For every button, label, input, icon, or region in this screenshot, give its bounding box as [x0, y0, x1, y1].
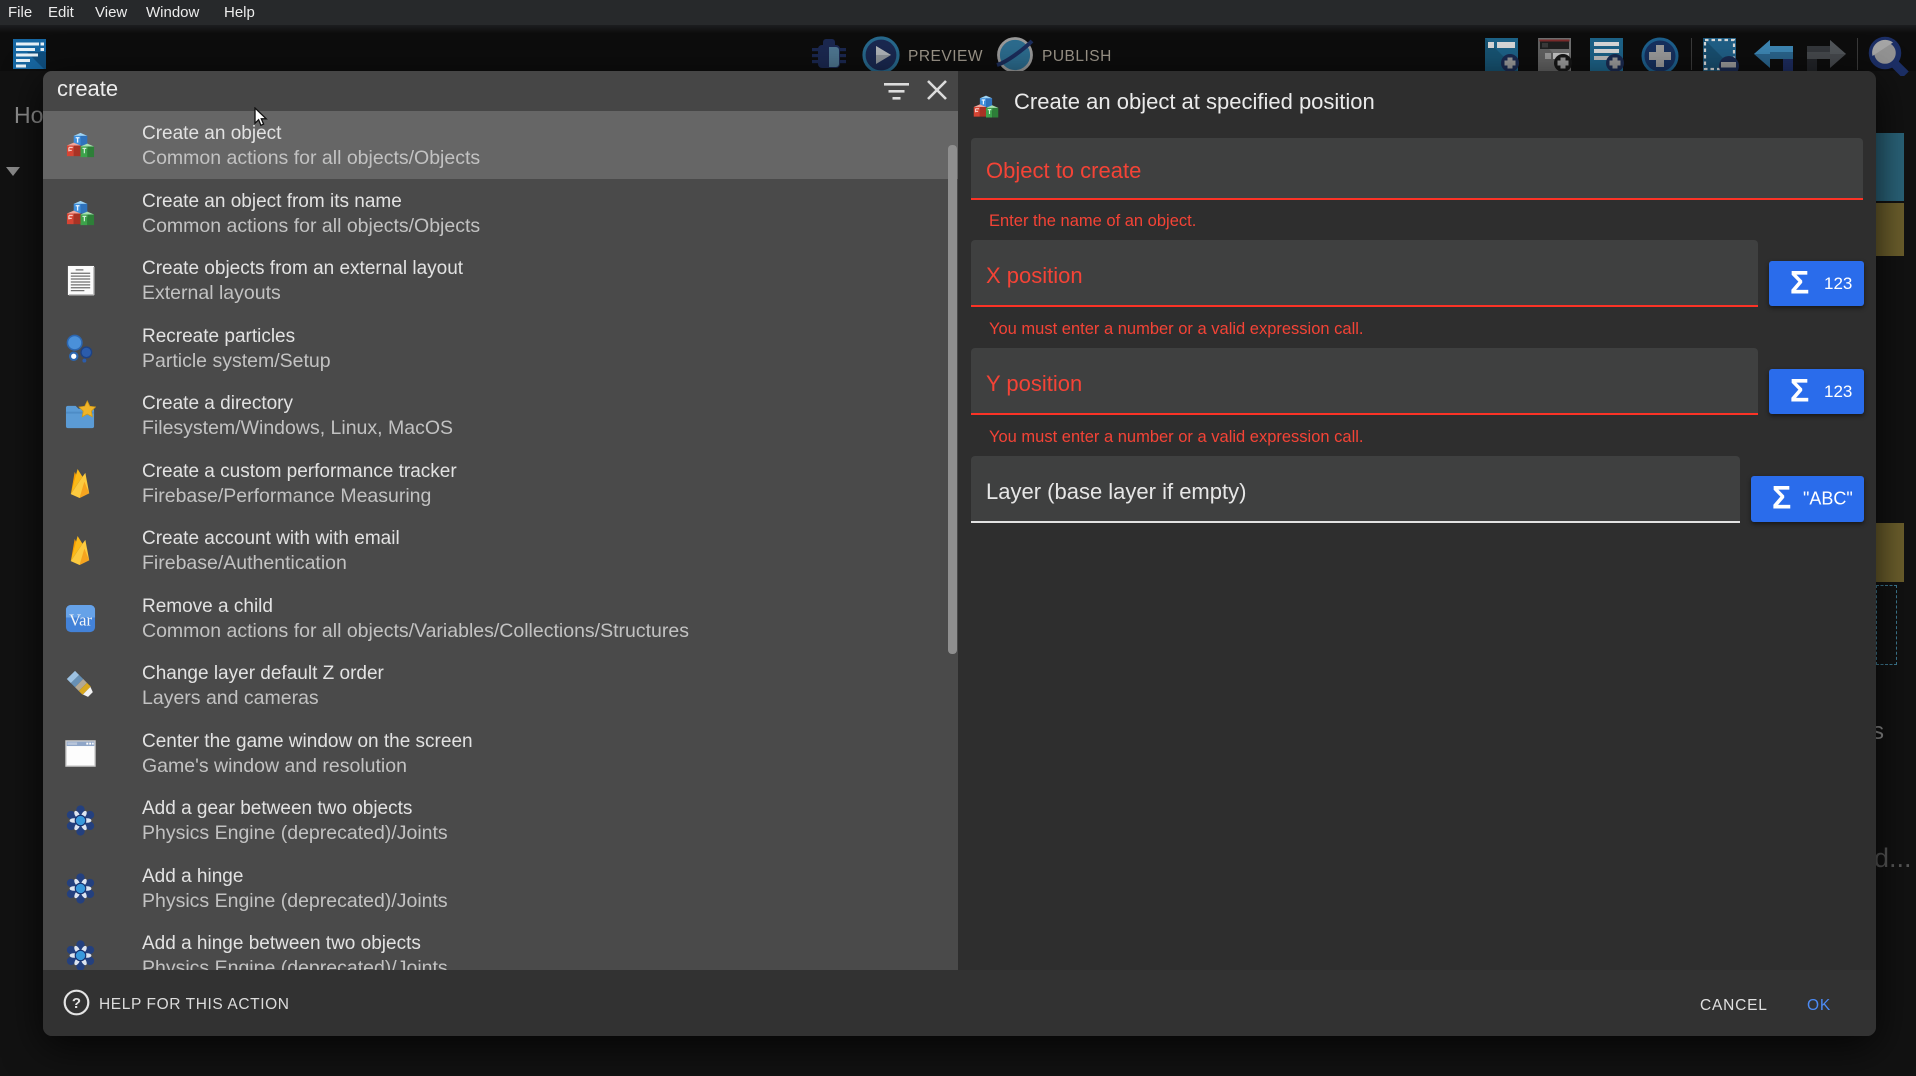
- svg-text:?: ?: [72, 995, 81, 1012]
